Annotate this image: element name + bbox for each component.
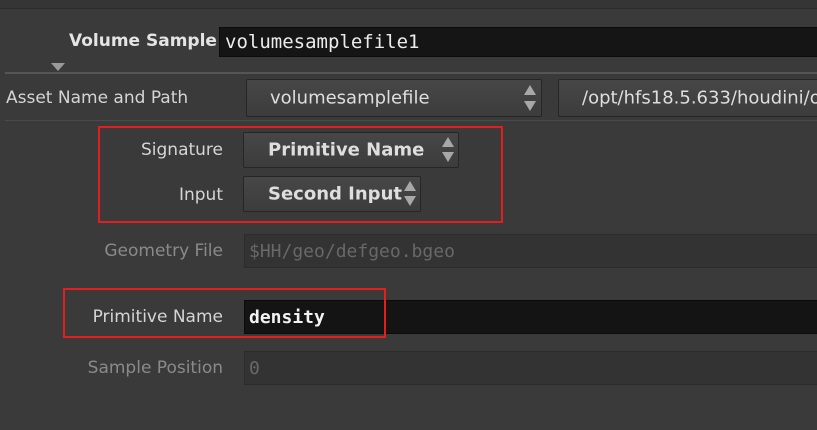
highlight-box-primitive-name [63, 288, 386, 338]
header-separator [5, 72, 817, 74]
collapse-triangle-icon[interactable] [51, 63, 65, 71]
updown-arrows-icon [521, 80, 539, 116]
geometry-file-field[interactable]: $HH/geo/defgeo.bgeo [244, 234, 817, 268]
node-name-field[interactable]: volumesamplefile1 [219, 27, 817, 57]
asset-path-field[interactable]: /opt/hfs18.5.633/houdini/o [558, 79, 817, 117]
top-divider [0, 0, 817, 9]
sample-position-field[interactable]: 0 [244, 351, 817, 385]
geometry-file-label: Geometry File [104, 241, 223, 261]
asset-path-value: /opt/hfs18.5.633/houdini/o [582, 87, 817, 109]
asset-name-path-label: Asset Name and Path [6, 88, 189, 108]
highlight-box-signature-input [98, 126, 503, 223]
node-name-label: Volume Sample [69, 31, 217, 51]
asset-name-value: volumesamplefile [270, 87, 430, 109]
asset-name-dropdown[interactable]: volumesamplefile [246, 79, 542, 117]
section-separator [5, 120, 817, 121]
sample-position-label: Sample Position [87, 358, 223, 378]
